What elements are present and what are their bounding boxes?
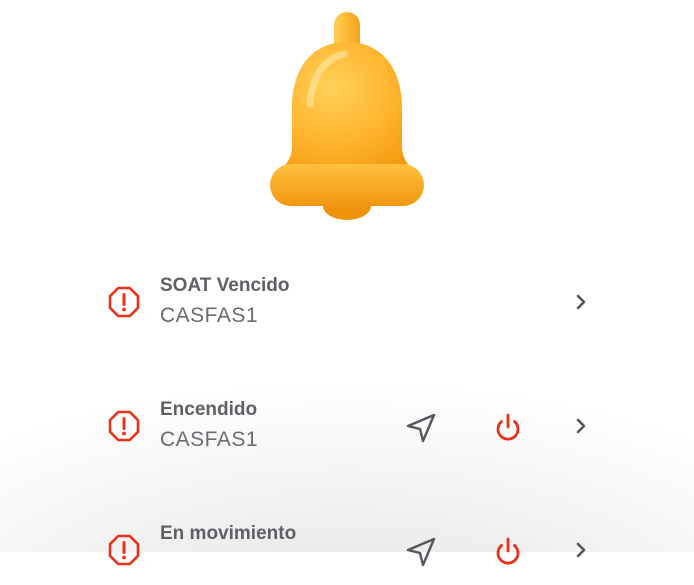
chevron-right-icon[interactable] (570, 413, 592, 439)
warning-icon (108, 410, 140, 442)
alert-item[interactable]: En movimiento (100, 515, 600, 585)
alerts-list: SOAT Vencido CASFAS1 Encendido CASFAS1 E… (0, 0, 694, 567)
alert-item[interactable]: SOAT Vencido CASFAS1 (100, 267, 600, 337)
warning-icon (108, 286, 140, 318)
alert-title: En movimiento (160, 523, 297, 544)
chevron-right-icon[interactable] (570, 537, 592, 563)
navigation-icon[interactable] (404, 411, 438, 445)
alert-vehicle: CASFAS1 (160, 304, 259, 327)
power-icon[interactable] (491, 411, 525, 445)
warning-icon (108, 534, 140, 566)
alert-title: SOAT Vencido (160, 275, 290, 296)
chevron-right-icon[interactable] (570, 289, 592, 315)
alert-item[interactable]: Encendido CASFAS1 (100, 391, 600, 461)
navigation-icon[interactable] (404, 535, 438, 569)
power-icon[interactable] (491, 535, 525, 569)
alert-vehicle: CASFAS1 (160, 428, 259, 451)
alert-title: Encendido (160, 399, 258, 420)
